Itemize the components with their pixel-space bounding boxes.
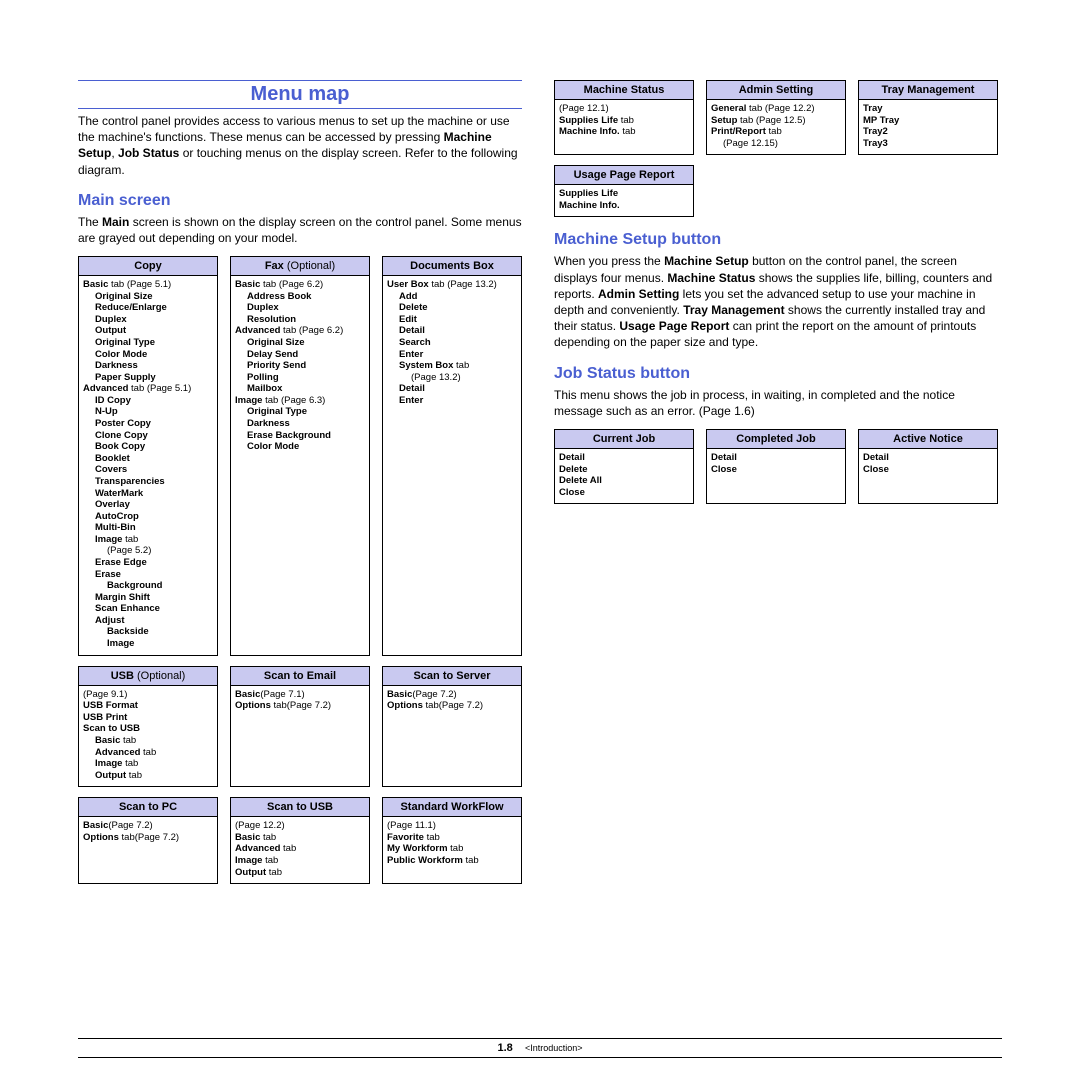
main-screen-text: The Main screen is shown on the display … bbox=[78, 214, 522, 246]
box-usb: USB (Optional) (Page 9.1)USB FormatUSB P… bbox=[78, 666, 218, 788]
box-scan-server-body: Basic(Page 7.2)Options tab(Page 7.2) bbox=[383, 686, 521, 717]
box-copy-body: Basic tab (Page 5.1)Original SizeReduce/… bbox=[79, 276, 217, 655]
box-fax: Fax (Optional) Basic tab (Page 6.2)Addre… bbox=[230, 256, 370, 656]
box-docbox-head: Documents Box bbox=[383, 257, 521, 276]
box-scan-pc-body: Basic(Page 7.2)Options tab(Page 7.2) bbox=[79, 817, 217, 848]
box-active-notice: Active Notice DetailClose bbox=[858, 429, 998, 504]
menu-row-1: Copy Basic tab (Page 5.1)Original SizeRe… bbox=[78, 256, 522, 656]
right-column: Machine Status (Page 12.1)Supplies Life … bbox=[554, 80, 998, 884]
box-machine-status-head: Machine Status bbox=[555, 81, 693, 100]
machine-setup-text: When you press the Machine Setup button … bbox=[554, 253, 998, 350]
box-machine-status-body: (Page 12.1)Supplies Life tabMachine Info… bbox=[555, 100, 693, 143]
box-current-job: Current Job DetailDeleteDelete AllClose bbox=[554, 429, 694, 504]
box-workflow-head: Standard WorkFlow bbox=[383, 798, 521, 817]
page-footer: 1.8 <Introduction> bbox=[78, 1038, 1002, 1058]
box-tray-mgmt-head: Tray Management bbox=[859, 81, 997, 100]
machine-setup-row-2: Usage Page Report Supplies LifeMachine I… bbox=[554, 165, 998, 217]
box-scan-pc: Scan to PC Basic(Page 7.2)Options tab(Pa… bbox=[78, 797, 218, 884]
title-menu-map: Menu map bbox=[78, 80, 522, 109]
box-scan-email: Scan to Email Basic(Page 7.1)Options tab… bbox=[230, 666, 370, 788]
box-scan-email-head: Scan to Email bbox=[231, 667, 369, 686]
box-workflow: Standard WorkFlow (Page 11.1)Favorite ta… bbox=[382, 797, 522, 884]
machine-setup-row-1: Machine Status (Page 12.1)Supplies Life … bbox=[554, 80, 998, 155]
box-admin-setting-body: General tab (Page 12.2)Setup tab (Page 1… bbox=[707, 100, 845, 154]
menu-row-3: Scan to PC Basic(Page 7.2)Options tab(Pa… bbox=[78, 797, 522, 884]
box-tray-mgmt-body: TrayMP TrayTray2Tray3 bbox=[859, 100, 997, 154]
box-scan-pc-head: Scan to PC bbox=[79, 798, 217, 817]
box-workflow-body: (Page 11.1)Favorite tabMy Workform tabPu… bbox=[383, 817, 521, 871]
box-active-notice-head: Active Notice bbox=[859, 430, 997, 449]
box-docbox-body: User Box tab (Page 13.2)AddDeleteEditDet… bbox=[383, 276, 521, 411]
box-copy: Copy Basic tab (Page 5.1)Original SizeRe… bbox=[78, 256, 218, 656]
box-active-notice-body: DetailClose bbox=[859, 449, 997, 480]
box-scan-email-body: Basic(Page 7.1)Options tab(Page 7.2) bbox=[231, 686, 369, 717]
box-docbox: Documents Box User Box tab (Page 13.2)Ad… bbox=[382, 256, 522, 656]
footer-page-num: 1.8 bbox=[497, 1042, 512, 1054]
box-admin-setting: Admin Setting General tab (Page 12.2)Set… bbox=[706, 80, 846, 155]
box-current-job-head: Current Job bbox=[555, 430, 693, 449]
box-usage-report-head: Usage Page Report bbox=[555, 166, 693, 185]
box-scan-usb-head: Scan to USB bbox=[231, 798, 369, 817]
intro-text: The control panel provides access to var… bbox=[78, 113, 522, 178]
box-usage-report-body: Supplies LifeMachine Info. bbox=[555, 185, 693, 216]
box-machine-status: Machine Status (Page 12.1)Supplies Life … bbox=[554, 80, 694, 155]
box-tray-mgmt: Tray Management TrayMP TrayTray2Tray3 bbox=[858, 80, 998, 155]
box-usb-head: USB (Optional) bbox=[79, 667, 217, 686]
job-status-row: Current Job DetailDeleteDelete AllClose … bbox=[554, 429, 998, 504]
job-status-text: This menu shows the job in process, in w… bbox=[554, 387, 998, 419]
box-fax-head: Fax (Optional) bbox=[231, 257, 369, 276]
heading-main-screen: Main screen bbox=[78, 192, 522, 210]
box-fax-body: Basic tab (Page 6.2)Address BookDuplexRe… bbox=[231, 276, 369, 458]
footer-section: <Introduction> bbox=[525, 1043, 583, 1053]
box-completed-job-body: DetailClose bbox=[707, 449, 845, 480]
box-usb-body: (Page 9.1)USB FormatUSB PrintScan to USB… bbox=[79, 686, 217, 787]
box-admin-setting-head: Admin Setting bbox=[707, 81, 845, 100]
heading-job-status: Job Status button bbox=[554, 365, 998, 383]
box-current-job-body: DetailDeleteDelete AllClose bbox=[555, 449, 693, 503]
menu-row-2: USB (Optional) (Page 9.1)USB FormatUSB P… bbox=[78, 666, 522, 788]
box-usage-report: Usage Page Report Supplies LifeMachine I… bbox=[554, 165, 694, 217]
box-scan-server-head: Scan to Server bbox=[383, 667, 521, 686]
box-scan-usb: Scan to USB (Page 12.2)Basic tabAdvanced… bbox=[230, 797, 370, 884]
box-scan-usb-body: (Page 12.2)Basic tabAdvanced tabImage ta… bbox=[231, 817, 369, 883]
left-column: Menu map The control panel provides acce… bbox=[78, 80, 522, 884]
box-scan-server: Scan to Server Basic(Page 7.2)Options ta… bbox=[382, 666, 522, 788]
heading-machine-setup: Machine Setup button bbox=[554, 231, 998, 249]
box-copy-head: Copy bbox=[79, 257, 217, 276]
box-completed-job: Completed Job DetailClose bbox=[706, 429, 846, 504]
box-completed-job-head: Completed Job bbox=[707, 430, 845, 449]
